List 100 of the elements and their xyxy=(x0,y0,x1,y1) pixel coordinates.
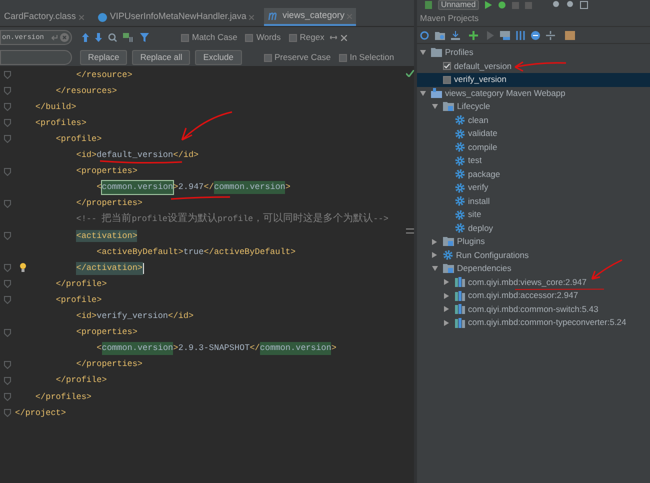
tree-row[interactable]: verify xyxy=(417,181,650,194)
tree-row[interactable]: compile xyxy=(417,140,650,154)
xml-tag: </id> xyxy=(173,149,199,162)
tree-row[interactable]: verify_version xyxy=(417,73,650,86)
editor-tab[interactable]: CardFactory.class xyxy=(0,8,88,26)
collapsed-arrow-icon[interactable] xyxy=(444,320,449,326)
expanded-arrow-icon[interactable] xyxy=(432,104,438,110)
gear-icon xyxy=(443,250,453,260)
option-checkbox[interactable]: Regex xyxy=(288,31,324,44)
expanded-arrow-icon[interactable] xyxy=(420,90,426,96)
collapsed-arrow-icon[interactable] xyxy=(432,238,437,245)
tree-row[interactable]: site xyxy=(417,208,650,222)
fold-marker-icon[interactable] xyxy=(4,135,11,144)
fold-marker-icon[interactable] xyxy=(4,232,11,240)
multiline-toggle-icon[interactable] xyxy=(330,35,338,40)
up-arrow-icon[interactable] xyxy=(82,33,89,42)
tree-label: validate xyxy=(468,127,498,140)
fold-marker-icon[interactable] xyxy=(4,119,11,128)
replace-button[interactable]: Replace all xyxy=(132,50,190,65)
option-checkbox[interactable]: Words xyxy=(245,31,281,44)
fold-marker-icon[interactable] xyxy=(4,200,11,208)
tree-row[interactable]: com.qiyi.mbd:common-typeconverter:5.24 xyxy=(417,316,650,330)
replace-button[interactable]: Exclude xyxy=(195,50,242,65)
annotation-arrow xyxy=(514,61,567,72)
toggle-icon[interactable] xyxy=(516,30,525,40)
fold-marker-icon[interactable] xyxy=(4,328,11,337)
window-icon[interactable] xyxy=(580,1,588,9)
collapse-icon[interactable] xyxy=(546,30,555,40)
close-icon[interactable] xyxy=(249,14,254,20)
xml-tag: <properties> xyxy=(76,326,138,339)
tree-row[interactable]: views_category Maven Webapp xyxy=(417,86,650,100)
tree-row[interactable]: com.qiyi.mbd:common-switch:5.43 xyxy=(417,302,650,316)
replace-button[interactable]: Replace xyxy=(80,50,128,65)
tree-row[interactable]: com.qiyi.mbd:views_core:2.947 xyxy=(417,276,650,289)
fold-marker-icon[interactable] xyxy=(4,264,11,272)
expanded-arrow-icon[interactable] xyxy=(420,50,426,56)
gear-icon xyxy=(455,142,465,152)
tree-row[interactable]: package xyxy=(417,168,650,181)
xml-tag: <properties> xyxy=(76,165,138,178)
reload-icon[interactable] xyxy=(420,30,429,40)
debug-icon[interactable] xyxy=(498,1,506,9)
tag-value: default_version xyxy=(96,149,174,162)
tree-row[interactable]: Run Configurations xyxy=(417,248,650,262)
monitor-icon[interactable] xyxy=(500,30,510,40)
search-match: common.version xyxy=(214,181,286,194)
collapsed-arrow-icon[interactable] xyxy=(432,252,437,258)
tree-row[interactable]: Dependencies xyxy=(417,262,650,276)
fold-marker-icon[interactable] xyxy=(4,409,11,418)
tag-value: 2.947 xyxy=(178,181,204,194)
collapsed-arrow-icon[interactable] xyxy=(444,279,449,286)
editor-tab[interactable]: VIPUserInfoMetaNewHandler.java xyxy=(94,8,258,26)
fold-marker-icon[interactable] xyxy=(4,103,11,112)
replace-field[interactable] xyxy=(0,50,72,65)
find-all-icon[interactable] xyxy=(108,33,117,42)
library-icon xyxy=(455,304,465,314)
clear-icon[interactable] xyxy=(60,33,69,42)
fold-marker-icon[interactable] xyxy=(4,376,11,385)
download-icon[interactable] xyxy=(451,30,460,40)
expanded-arrow-icon[interactable] xyxy=(432,266,438,272)
fold-marker-icon[interactable] xyxy=(4,296,11,304)
xml-tag: < xyxy=(96,342,102,356)
tree-row[interactable]: validate xyxy=(417,127,650,140)
plus-icon[interactable] xyxy=(469,30,478,40)
tree-row[interactable]: default_version xyxy=(417,60,650,73)
folder-icon[interactable] xyxy=(435,30,445,40)
tree-row[interactable]: Plugins xyxy=(417,235,650,248)
tree-row[interactable]: com.qiyi.mbd:accessor:2.947 xyxy=(417,289,650,302)
fold-marker-icon[interactable] xyxy=(4,392,11,401)
run-icon[interactable] xyxy=(484,1,492,9)
xml-tag: > xyxy=(285,181,291,194)
option-checkbox[interactable]: In Selection xyxy=(338,51,394,64)
tree-row[interactable]: Profiles xyxy=(417,46,650,60)
run-configuration-dropdown[interactable]: Unnamed xyxy=(438,0,479,10)
tree-row[interactable]: clean xyxy=(417,114,650,127)
editor-tab[interactable]: views_category xyxy=(264,8,356,26)
tree-row[interactable]: Lifecycle xyxy=(417,100,650,114)
collapsed-arrow-icon[interactable] xyxy=(444,292,449,299)
option-checkbox[interactable]: Match Case xyxy=(181,31,238,44)
fold-marker-icon[interactable] xyxy=(4,360,11,369)
filter-icon[interactable] xyxy=(140,32,149,42)
circle-icon[interactable] xyxy=(531,30,540,40)
xml-tag: </build> xyxy=(35,100,76,114)
tree-label: default_version xyxy=(454,60,512,73)
profile-checkbox[interactable] xyxy=(443,76,451,84)
tree-row[interactable]: deploy xyxy=(417,222,650,235)
tree-label: deploy xyxy=(468,222,494,235)
tree-row[interactable]: install xyxy=(417,194,650,208)
down-arrow-icon[interactable] xyxy=(95,33,102,42)
option-checkbox[interactable]: Preserve Case xyxy=(264,51,331,64)
close-icon[interactable] xyxy=(341,34,348,40)
profile-checkbox[interactable] xyxy=(443,62,451,70)
panel-title: Maven Projects xyxy=(420,12,479,24)
tree-row[interactable]: test xyxy=(417,154,650,168)
collapsed-arrow-icon[interactable] xyxy=(444,306,449,312)
close-icon[interactable] xyxy=(78,14,84,20)
fold-marker-icon[interactable] xyxy=(4,71,11,80)
fold-marker-icon[interactable] xyxy=(4,168,11,176)
fold-marker-icon[interactable] xyxy=(4,87,11,96)
fold-marker-icon[interactable] xyxy=(4,280,11,288)
select-all-icon[interactable] xyxy=(123,33,134,42)
